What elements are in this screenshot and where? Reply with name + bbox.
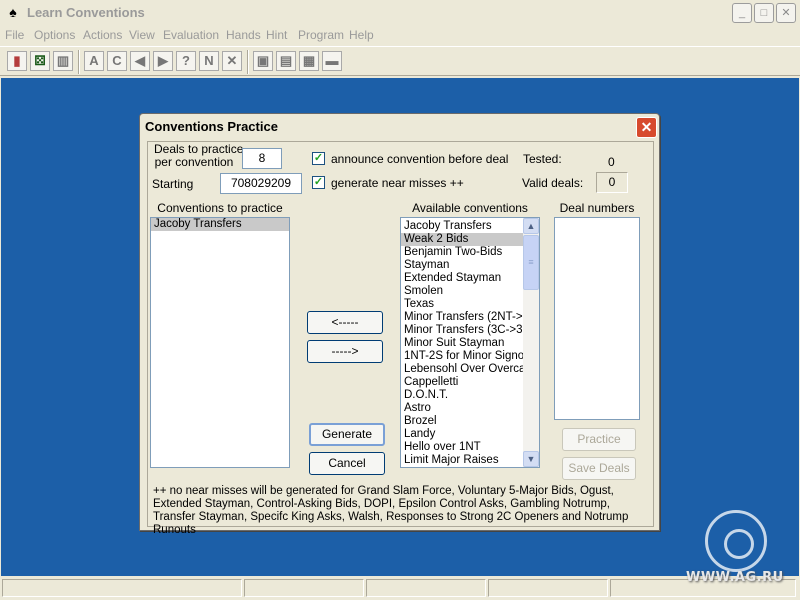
layout-3-icon[interactable]: ▦ (299, 51, 319, 71)
menu-bar: File Options Actions View Evaluation Han… (0, 25, 800, 45)
available-scrollbar[interactable]: ▲ ≡ ▼ (523, 218, 539, 467)
list-item[interactable]: Benjamin Two-Bids (401, 246, 523, 259)
scroll-up-icon[interactable]: ▲ (523, 218, 539, 234)
conventions-to-practice-list[interactable]: Jacoby Transfers (150, 217, 290, 468)
list-item[interactable]: Smolen (401, 285, 523, 298)
valid-deals-value: 0 (596, 172, 628, 193)
scroll-thumb[interactable]: ≡ (523, 235, 539, 290)
layout-4-icon[interactable]: ▬ (322, 51, 342, 71)
back-icon[interactable]: ◀ (130, 51, 150, 71)
conventions-practice-dialog: Conventions Practice ✕ Deals to practice… (139, 113, 660, 536)
window-title: Learn Conventions (27, 5, 145, 20)
list-item[interactable]: Astro (401, 402, 523, 415)
list-item[interactable]: Lebensohl Over Overcall (401, 363, 523, 376)
toolbar: ▮ ⚄ ▥ A C ◀ ▶ ? N ✕ ▣ ▤ ▦ ▬ (0, 46, 800, 76)
remove-convention-button[interactable]: <----- (307, 311, 383, 334)
menu-view[interactable]: View (129, 28, 155, 42)
menu-file[interactable]: File (5, 28, 24, 42)
valid-deals-label: Valid deals: (522, 176, 584, 190)
tested-value: 0 (608, 155, 615, 169)
menu-hint[interactable]: Hint (266, 28, 287, 42)
toolbar-a-button[interactable]: A (84, 51, 104, 71)
list-item[interactable]: Brozel (401, 415, 523, 428)
toolbar-separator (78, 50, 80, 74)
list-item[interactable]: 1NT-2S for Minor Signoff (401, 350, 523, 363)
layout-1-icon[interactable]: ▣ (253, 51, 273, 71)
menu-actions[interactable]: Actions (83, 28, 122, 42)
available-conventions-label: Available conventions (412, 201, 528, 215)
minimize-button[interactable]: _ (732, 3, 752, 23)
starting-deal-input[interactable]: 708029209 (220, 173, 302, 194)
deal-numbers-list[interactable] (554, 217, 640, 420)
add-convention-button[interactable]: -----> (307, 340, 383, 363)
near-misses-checkbox[interactable]: ✓ (312, 176, 325, 189)
toolbar-separator (247, 50, 249, 74)
conventions-to-practice-label: Conventions to practice (157, 201, 283, 215)
menu-program[interactable]: Program (298, 28, 344, 42)
generate-button[interactable]: Generate (309, 423, 385, 446)
near-misses-label: generate near misses ++ (331, 176, 464, 190)
starting-label: Starting (152, 177, 194, 191)
list-item[interactable]: Extended Stayman (401, 272, 523, 285)
list-item[interactable]: Minor Transfers (2NT->3D) (401, 311, 523, 324)
announce-checkbox[interactable]: ✓ (312, 152, 325, 165)
menu-help[interactable]: Help (349, 28, 374, 42)
list-item[interactable]: Texas (401, 298, 523, 311)
deals-label-line2: per convention (154, 155, 234, 169)
dialog-body: Deals to practice per convention 8 Start… (147, 141, 654, 527)
list-item[interactable]: Jacoby Transfers (151, 218, 289, 231)
deals-per-convention-input[interactable]: 8 (242, 148, 282, 169)
list-item[interactable]: Landy (401, 428, 523, 441)
menu-evaluation[interactable]: Evaluation (163, 28, 219, 42)
question-icon[interactable]: ? (176, 51, 196, 71)
toolbar-c-button[interactable]: C (107, 51, 127, 71)
list-item[interactable]: D.O.N.T. (401, 389, 523, 402)
dialog-close-button[interactable]: ✕ (636, 117, 657, 138)
watermark-logo-icon (705, 510, 767, 572)
deals-label: Deals to practice per convention (154, 143, 243, 169)
status-cell (244, 579, 364, 597)
available-conventions-list[interactable]: Jacoby Transfers Weak 2 Bids Benjamin Two-… (400, 217, 540, 468)
list-item[interactable]: Minor Suit Stayman (401, 337, 523, 350)
forward-icon[interactable]: ▶ (153, 51, 173, 71)
near-misses-footnote: ++ no near misses will be generated for … (153, 485, 629, 536)
watermark-text: WWW.AG.RU (686, 570, 784, 585)
dice-icon[interactable]: ⚄ (30, 51, 50, 71)
cancel-x-icon[interactable]: ✕ (222, 51, 242, 71)
list-item[interactable]: Jacoby Transfers (401, 220, 523, 233)
save-deals-button[interactable]: Save Deals (562, 457, 636, 480)
close-window-button[interactable]: ✕ (776, 3, 796, 23)
stop-icon[interactable]: ▮ (7, 51, 27, 71)
deal-numbers-label: Deal numbers (559, 201, 635, 215)
cancel-button[interactable]: Cancel (309, 452, 385, 475)
list-item[interactable]: Minor Transfers (3C->3D) (401, 324, 523, 337)
cards-icon[interactable]: ▥ (53, 51, 73, 71)
practice-button[interactable]: Practice (562, 428, 636, 451)
spade-icon: ♠ (9, 4, 17, 20)
list-item[interactable]: Hello over 1NT (401, 441, 523, 454)
menu-hands[interactable]: Hands (226, 28, 261, 42)
list-item[interactable]: Stayman (401, 259, 523, 272)
tested-label: Tested: (523, 152, 562, 166)
menu-options[interactable]: Options (34, 28, 75, 42)
list-item[interactable]: Limit Major Raises (401, 454, 523, 467)
toolbar-n-button[interactable]: N (199, 51, 219, 71)
list-item[interactable]: Weak 2 Bids (401, 233, 523, 246)
maximize-button[interactable]: □ (754, 3, 774, 23)
status-bar (0, 577, 800, 600)
scroll-down-icon[interactable]: ▼ (523, 451, 539, 467)
title-bar: ♠ Learn Conventions _ □ ✕ (0, 0, 800, 25)
announce-label: announce convention before deal (331, 152, 509, 166)
status-cell (488, 579, 608, 597)
list-item[interactable]: Cappelletti (401, 376, 523, 389)
layout-2-icon[interactable]: ▤ (276, 51, 296, 71)
status-cell (366, 579, 486, 597)
status-cell (2, 579, 242, 597)
dialog-title: Conventions Practice (145, 119, 278, 134)
available-conventions-items: Jacoby Transfers Weak 2 Bids Benjamin Two-… (401, 218, 523, 467)
